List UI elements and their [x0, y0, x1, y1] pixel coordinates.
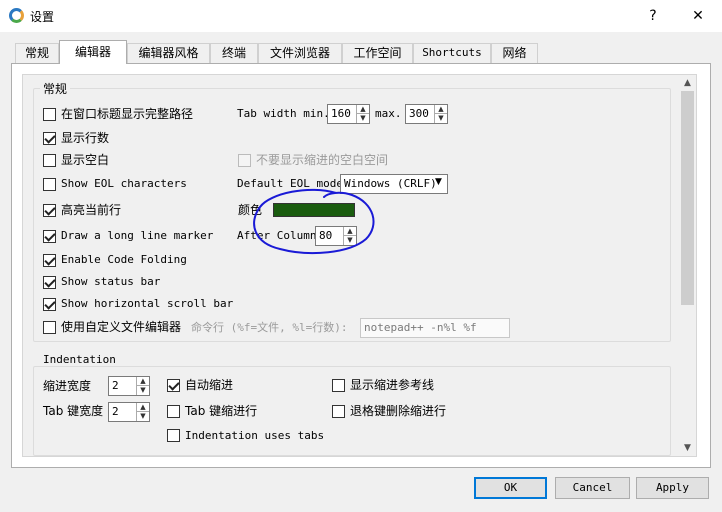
backspace-unindent-checkbox[interactable] [332, 405, 345, 418]
title-bar [0, 0, 722, 32]
show-indent-guides-checkbox[interactable] [332, 379, 345, 392]
hide-indent-whitespace-label: 不要显示缩进的空白空间 [256, 153, 389, 167]
status-bar-checkbox[interactable] [43, 276, 56, 289]
tab-general[interactable]: 常规 [15, 43, 59, 63]
indent-width-value: 2 [112, 379, 119, 392]
indentation-uses-tabs-checkbox[interactable] [167, 429, 180, 442]
code-folding-label: Enable Code Folding [61, 253, 187, 266]
apply-button[interactable]: Apply [636, 477, 709, 499]
tab-key-width-spinbox[interactable]: 2 ▲ ▼ [108, 402, 150, 422]
tab-key-width-label: Tab 键宽度 [43, 404, 104, 418]
auto-indent-checkbox[interactable] [167, 379, 180, 392]
long-line-marker-label: Draw a long line marker [61, 229, 214, 242]
auto-indent-label: 自动缩进 [185, 378, 234, 392]
tab-width-min-value: 160 [331, 107, 351, 120]
tab-file-browser[interactable]: 文件浏览器 [258, 43, 342, 63]
hide-indent-whitespace-checkbox[interactable] [238, 154, 251, 167]
custom-editor-label: 使用自定义文件编辑器 [61, 320, 182, 334]
show-line-numbers-checkbox[interactable] [43, 132, 56, 145]
tab-indent-label: Tab 键缩进行 [185, 404, 258, 418]
window-title: 设置 [30, 10, 55, 24]
backspace-unindent-label: 退格键删除缩进行 [350, 404, 447, 418]
show-full-path-checkbox[interactable] [43, 108, 56, 121]
show-eol-label: Show EOL characters [61, 177, 187, 190]
spin-up-icon[interactable]: ▲ [357, 105, 369, 114]
ok-button[interactable]: OK [474, 477, 547, 499]
horizontal-scroll-checkbox[interactable] [43, 298, 56, 311]
command-input[interactable]: notepad++ -n%l %f [360, 318, 510, 338]
close-icon[interactable]: ✕ [686, 6, 710, 26]
app-logo-icon [9, 8, 24, 23]
spin-down-icon[interactable]: ▼ [435, 114, 447, 123]
tab-width-min-label: Tab width min. [237, 107, 330, 120]
show-indent-guides-label: 显示缩进参考线 [350, 378, 435, 392]
tab-workspace[interactable]: 工作空间 [342, 43, 413, 63]
tab-terminal[interactable]: 终端 [210, 43, 258, 63]
help-button[interactable]: ? [641, 6, 665, 26]
cancel-button[interactable]: Cancel [555, 477, 630, 499]
show-full-path-label: 在窗口标题显示完整路径 [61, 107, 194, 121]
tab-key-width-value: 2 [112, 405, 119, 418]
tab-shortcuts[interactable]: Shortcuts [413, 43, 491, 63]
tab-editor-style[interactable]: 编辑器风格 [127, 43, 210, 63]
spin-up-icon[interactable]: ▲ [435, 105, 447, 114]
annotation-circle [253, 188, 375, 255]
show-whitespace-label: 显示空白 [61, 153, 110, 167]
tab-width-max-spinbox[interactable]: 300 ▲ ▼ [405, 104, 448, 124]
tab-network[interactable]: 网络 [491, 43, 538, 63]
chevron-down-icon: ▼ [435, 177, 442, 187]
show-eol-checkbox[interactable] [43, 178, 56, 191]
spin-down-icon[interactable]: ▼ [137, 386, 149, 395]
tab-width-min-spinbox[interactable]: 160 ▲ ▼ [327, 104, 370, 124]
spin-down-icon[interactable]: ▼ [137, 412, 149, 421]
tab-width-max-label: max. [375, 107, 402, 120]
long-line-marker-checkbox[interactable] [43, 230, 56, 243]
spin-down-icon[interactable]: ▼ [357, 114, 369, 123]
status-bar-label: Show status bar [61, 275, 161, 288]
scroll-down-icon[interactable]: ▼ [679, 440, 696, 456]
indentation-group-title: Indentation [40, 353, 119, 366]
general-group-title: 常规 [40, 80, 71, 97]
tab-indent-checkbox[interactable] [167, 405, 180, 418]
tab-editor[interactable]: 编辑器 [59, 40, 127, 64]
spin-up-icon[interactable]: ▲ [137, 377, 149, 386]
command-label: 命令行 (%f=文件, %l=行数): [191, 321, 348, 334]
command-value: notepad++ -n%l %f [364, 321, 477, 334]
custom-editor-checkbox[interactable] [43, 321, 56, 334]
highlight-line-label: 高亮当前行 [61, 203, 122, 217]
code-folding-checkbox[interactable] [43, 254, 56, 267]
scrollbar-thumb[interactable] [681, 91, 694, 305]
indent-width-label: 缩进宽度 [43, 379, 92, 393]
horizontal-scroll-label: Show horizontal scroll bar [61, 297, 234, 310]
indentation-uses-tabs-label: Indentation uses tabs [185, 429, 325, 442]
indent-width-spinbox[interactable]: 2 ▲ ▼ [108, 376, 150, 396]
show-line-numbers-label: 显示行数 [61, 131, 110, 145]
tab-width-max-value: 300 [409, 107, 429, 120]
spin-up-icon[interactable]: ▲ [137, 403, 149, 412]
highlight-line-checkbox[interactable] [43, 204, 56, 217]
scroll-up-icon[interactable]: ▲ [679, 75, 696, 91]
show-whitespace-checkbox[interactable] [43, 154, 56, 167]
